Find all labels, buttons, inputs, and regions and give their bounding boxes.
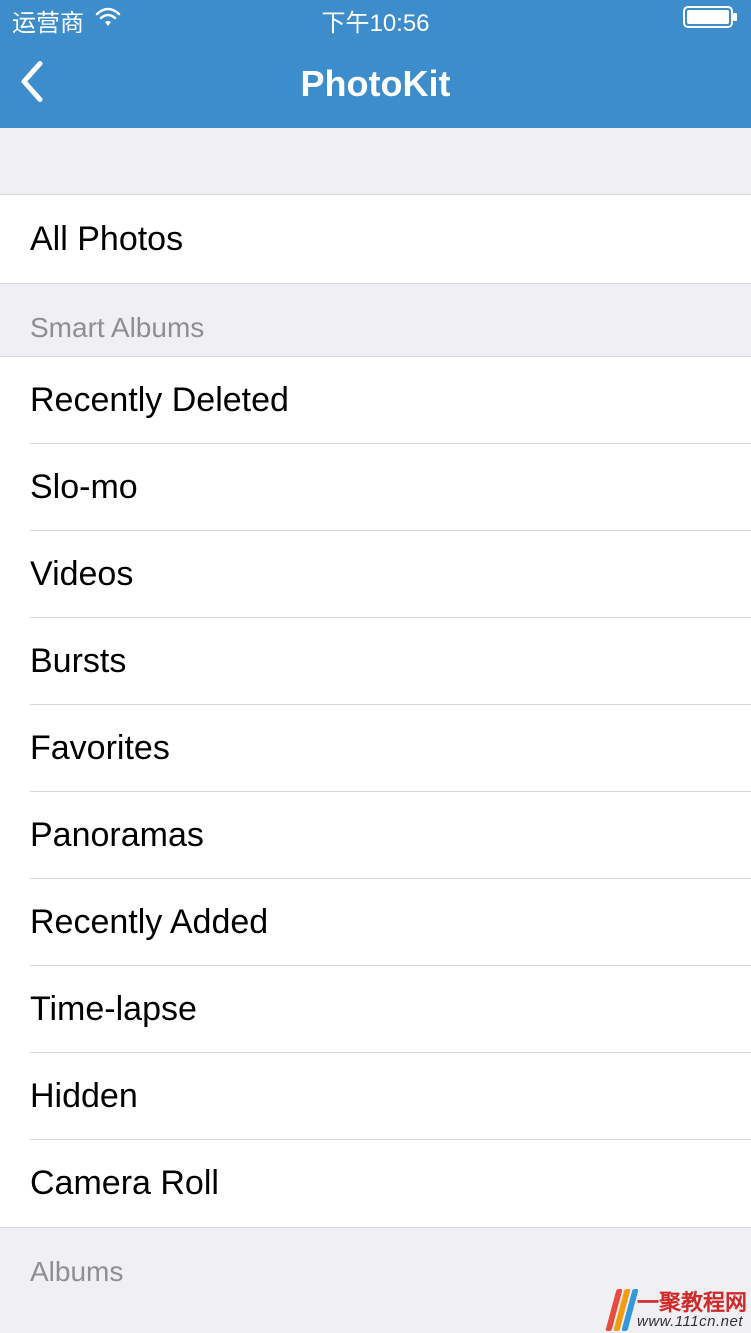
list-item-recently-added[interactable]: Recently Added (0, 879, 751, 966)
list-item-hidden[interactable]: Hidden (0, 1053, 751, 1140)
status-left: 运营商 (12, 3, 122, 38)
status-time: 下午10:56 (321, 3, 429, 38)
list-item-all-photos[interactable]: All Photos (0, 195, 751, 283)
watermark-url: www.111cn.net (637, 1314, 747, 1329)
wifi-icon (94, 6, 122, 35)
list-item-label: Bursts (30, 642, 126, 681)
smart-albums-list-group: Recently Deleted Slo-mo Videos Bursts Fa… (0, 356, 751, 1228)
list-item-label: Recently Added (30, 903, 268, 942)
watermark: 一聚教程网 www.111cn.net (611, 1289, 747, 1331)
watermark-stripes-icon (605, 1289, 638, 1331)
list-item-label: Videos (30, 555, 133, 594)
watermark-cn: 一聚教程网 (637, 1292, 747, 1314)
list-item-label: All Photos (30, 220, 183, 259)
list-item-label: Time-lapse (30, 990, 197, 1029)
battery-icon (683, 5, 739, 36)
list-item-label: Hidden (30, 1077, 138, 1116)
section-spacer (0, 128, 751, 194)
list-item-label: Recently Deleted (30, 381, 289, 420)
section-header-label: Smart Albums (30, 312, 204, 344)
nav-bar: PhotoKit (0, 40, 751, 128)
section-header-label: Albums (30, 1256, 123, 1288)
list-item-time-lapse[interactable]: Time-lapse (0, 966, 751, 1053)
list-item-panoramas[interactable]: Panoramas (0, 792, 751, 879)
main-list-group: All Photos (0, 194, 751, 284)
watermark-text: 一聚教程网 www.111cn.net (637, 1292, 747, 1329)
content: All Photos Smart Albums Recently Deleted… (0, 128, 751, 1300)
list-item-label: Panoramas (30, 816, 204, 855)
list-item-label: Slo-mo (30, 468, 138, 507)
status-right (683, 5, 739, 36)
nav-title: PhotoKit (0, 63, 751, 105)
list-item-camera-roll[interactable]: Camera Roll (0, 1140, 751, 1227)
status-bar: 运营商 下午10:56 (0, 0, 751, 40)
list-item-favorites[interactable]: Favorites (0, 705, 751, 792)
list-item-label: Favorites (30, 729, 170, 768)
carrier-label: 运营商 (12, 3, 84, 38)
back-button[interactable] (18, 60, 44, 109)
list-item-label: Camera Roll (30, 1164, 219, 1203)
list-item-bursts[interactable]: Bursts (0, 618, 751, 705)
list-item-recently-deleted[interactable]: Recently Deleted (0, 357, 751, 444)
list-item-videos[interactable]: Videos (0, 531, 751, 618)
list-item-slo-mo[interactable]: Slo-mo (0, 444, 751, 531)
section-header-smart-albums: Smart Albums (0, 284, 751, 356)
